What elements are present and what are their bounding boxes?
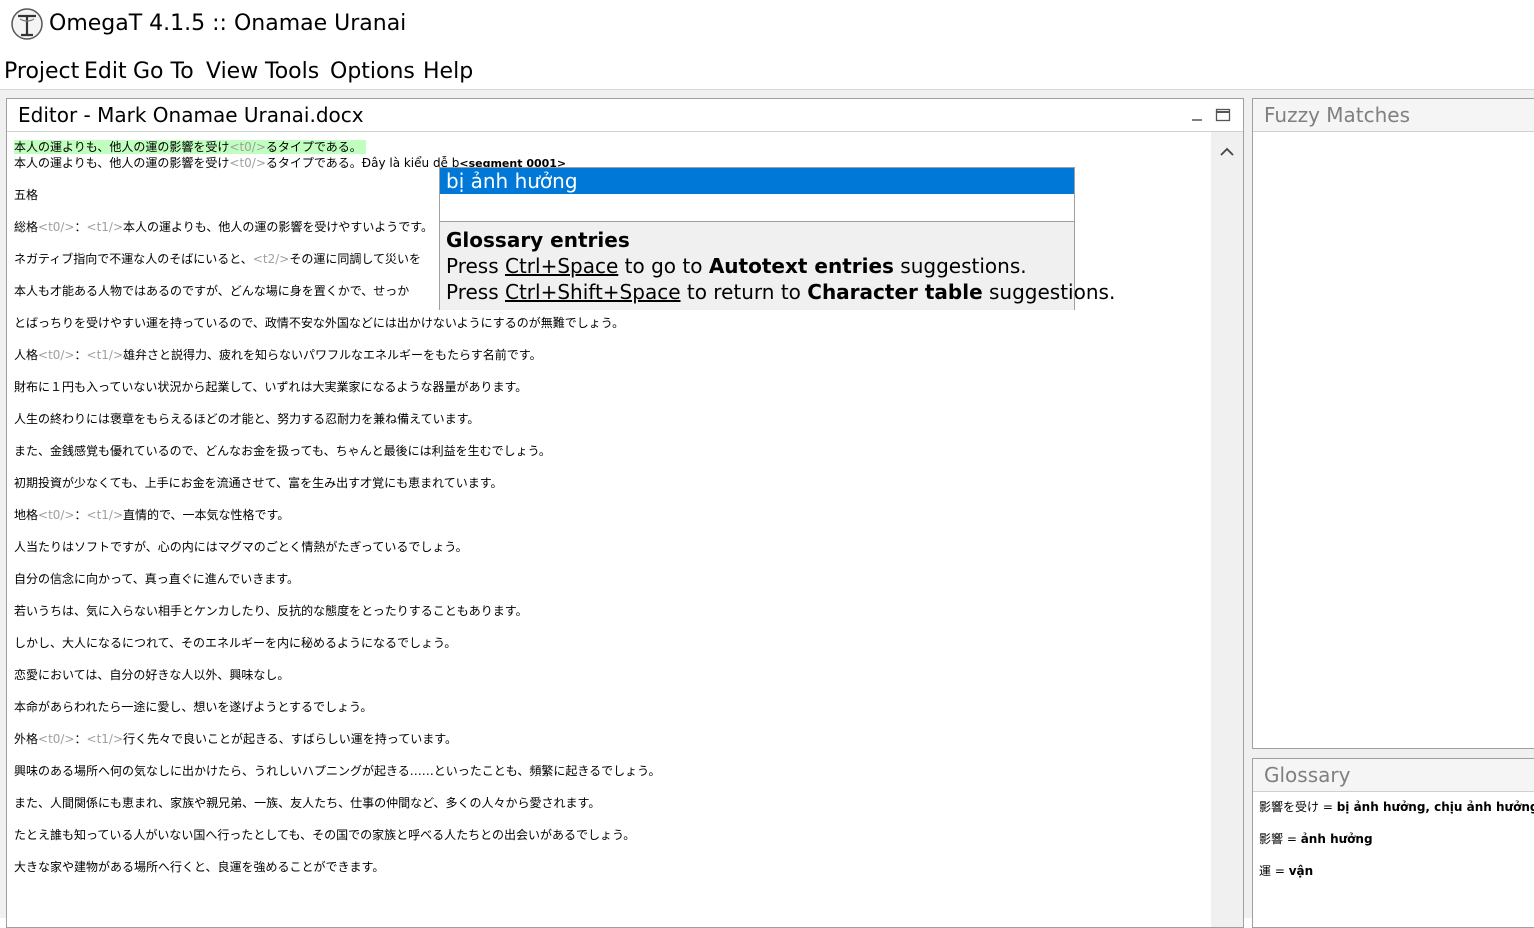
segment-row[interactable]: また、人間関係にも恵まれ、家族や親兄弟、一族、友人たち、仕事の仲間など、多くの人… bbox=[14, 795, 600, 811]
active-segment-source: 本人の運よりも、他人の運の影響を受け<t0/>るタイプである。 bbox=[14, 139, 366, 155]
segment-row[interactable]: 恋愛においては、自分の好きな人以外、興味なし。 bbox=[14, 667, 289, 683]
segment-row[interactable]: 大きな家や建物がある場所へ行くと、良運を強めることができます。 bbox=[14, 859, 384, 875]
menu-options[interactable]: Options bbox=[330, 57, 415, 87]
segment-row[interactable]: 地格<t0/>：<t1/>直情的で、一本気な性格です。 bbox=[14, 507, 289, 523]
omegat-logo-icon bbox=[11, 8, 43, 40]
segment-row[interactable]: しかし、大人になるにつれて、そのエネルギーを内に秘めるようになるでしょう。 bbox=[14, 635, 456, 651]
shortcut-ctrl-space: Ctrl+Space bbox=[505, 254, 619, 278]
menu-view[interactable]: View bbox=[206, 57, 258, 87]
editor-scrollbar[interactable] bbox=[1211, 132, 1243, 927]
segment-row[interactable]: 本命があらわれたら一途に愛し、想いを遂げようとするでしょう。 bbox=[14, 699, 372, 715]
glossary-entry[interactable]: 影響を受け = bị ảnh hưởng, chịu ảnh hưởng bbox=[1259, 799, 1534, 815]
segment-row[interactable]: 興味のある場所へ何の気なしに出かけたら、うれしいハプニングが起きる……といったこ… bbox=[14, 763, 660, 779]
title-bar: OmegaT 4.1.5 :: Onamae Uranai bbox=[0, 0, 1534, 50]
editor-title: Editor - Mark Onamae Uranai.docx bbox=[18, 103, 364, 127]
segment-row[interactable]: たとえ誰も知っている人がいない国へ行ったとしても、その国での家族と呼べる人たちと… bbox=[14, 827, 635, 843]
fuzzy-matches-header: Fuzzy Matches bbox=[1253, 99, 1534, 132]
fuzzy-matches-title: Fuzzy Matches bbox=[1264, 103, 1411, 127]
segment-row[interactable]: 財布に１円も入っていない状況から起業して、いずれは大実業家になるような器量があり… bbox=[14, 379, 527, 395]
window-title: OmegaT 4.1.5 :: Onamae Uranai bbox=[49, 11, 407, 36]
segment-row[interactable]: 自分の信念に向かって、真っ直ぐに進んでいきます。 bbox=[14, 571, 299, 587]
shortcut-ctrl-shift-space: Ctrl+Shift+Space bbox=[505, 280, 681, 304]
segment-row[interactable]: 人格<t0/>：<t1/>雄弁さと説得力、疲れを知らないパワフルなエネルギーをも… bbox=[14, 347, 542, 363]
segment-row[interactable]: 人生の終わりには褒章をもらえるほどの才能と、努力する忍耐力を兼ね備えています。 bbox=[14, 411, 479, 427]
segment-row[interactable]: 五格 bbox=[14, 187, 38, 203]
autocomplete-popup: bị ảnh hưởng Glossary entries Press Ctrl… bbox=[439, 167, 1115, 310]
popup-hint-autotext: Press Ctrl+Space to go to Autotext entri… bbox=[446, 254, 1027, 278]
maximize-icon[interactable] bbox=[1213, 105, 1233, 125]
segment-row[interactable]: 初期投資が少なくても、上手にお金を流通させて、富を生み出す才覚にも恵まれています… bbox=[14, 475, 503, 491]
glossary-header: Glossary bbox=[1253, 759, 1534, 792]
popup-heading: Glossary entries bbox=[446, 228, 630, 252]
popup-hint-character-table: Press Ctrl+Shift+Space to return to Char… bbox=[446, 280, 1116, 304]
menu-bar: Project Edit Go To View Tools Options He… bbox=[0, 55, 1534, 89]
segment-row[interactable]: 本人も才能ある人物ではあるのですが、どんな場に身を置くかで、せっか bbox=[14, 283, 409, 299]
menu-tools[interactable]: Tools bbox=[265, 57, 319, 87]
segment-row[interactable]: 外格<t0/>：<t1/>行く先々で良いことが起きる、すばらしい運を持っています… bbox=[14, 731, 457, 747]
glossary-pane: Glossary 影響を受け = bị ảnh hưởng, chịu ảnh … bbox=[1252, 758, 1534, 928]
menu-help[interactable]: Help bbox=[423, 57, 473, 87]
fuzzy-matches-pane: Fuzzy Matches bbox=[1252, 98, 1534, 749]
segment-row[interactable]: 若いうちは、気に入らない相手とケンカしたり、反抗的な態度をとったりすることもあり… bbox=[14, 603, 528, 619]
glossary-entry[interactable]: 運 = vận bbox=[1259, 863, 1313, 879]
segment-row[interactable]: 人当たりはソフトですが、心の内にはマグマのごとく情熱がたぎっているでしょう。 bbox=[14, 539, 468, 555]
glossary-title: Glossary bbox=[1264, 763, 1351, 787]
minimize-icon[interactable] bbox=[1187, 105, 1207, 125]
segment-row[interactable]: 総格<t0/>：<t1/>本人の運よりも、他人の運の影響を受けやすいようです。 bbox=[14, 219, 433, 235]
menu-project[interactable]: Project bbox=[4, 57, 79, 87]
autocomplete-info: Glossary entries Press Ctrl+Space to go … bbox=[440, 221, 1115, 310]
autocomplete-selected-item[interactable]: bị ảnh hưởng bbox=[440, 168, 1074, 194]
glossary-entry[interactable]: 影響 = ảnh hưởng bbox=[1259, 831, 1373, 847]
menu-go-to[interactable]: Go To bbox=[133, 57, 194, 87]
menu-edit[interactable]: Edit bbox=[84, 57, 127, 87]
segment-row[interactable]: ネガティブ指向で不運な人のそばにいると、<t2/>その運に同調して災いを bbox=[14, 251, 421, 267]
editor-header: Editor - Mark Onamae Uranai.docx bbox=[7, 99, 1243, 132]
scroll-up-icon[interactable] bbox=[1211, 132, 1243, 166]
segment-row[interactable]: また、金銭感覚も優れているので、どんなお金を扱っても、ちゃんと最後には利益を生む… bbox=[14, 443, 551, 459]
segment-row[interactable]: とばっちりを受けやすい運を持っているので、政情不安な外国などには出かけないように… bbox=[14, 315, 624, 331]
